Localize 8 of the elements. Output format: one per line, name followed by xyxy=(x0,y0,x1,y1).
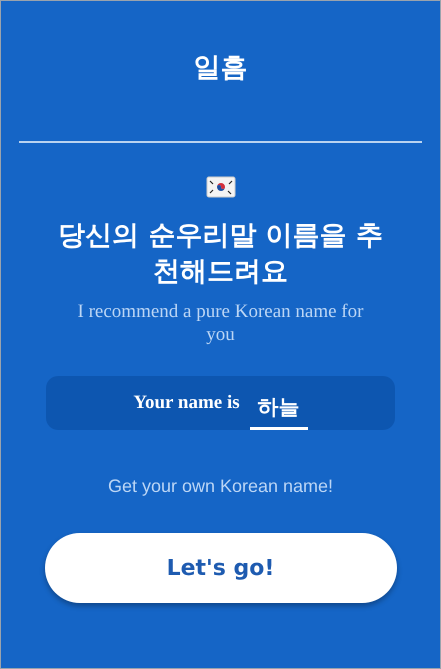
flag-icon xyxy=(206,176,236,198)
headline: 당신의 순우리말 이름을 추천해드려요 xyxy=(56,219,384,290)
prompt-text: Get your own Korean name! xyxy=(106,476,334,498)
name-label: Your name is xyxy=(133,392,240,414)
subtitle: I recommend a pure Korean name for you xyxy=(76,300,364,346)
korean-name: 하늘 xyxy=(250,384,308,430)
app-title: 일흠 xyxy=(194,51,248,85)
lets-go-button[interactable]: Let's go! xyxy=(44,533,396,604)
